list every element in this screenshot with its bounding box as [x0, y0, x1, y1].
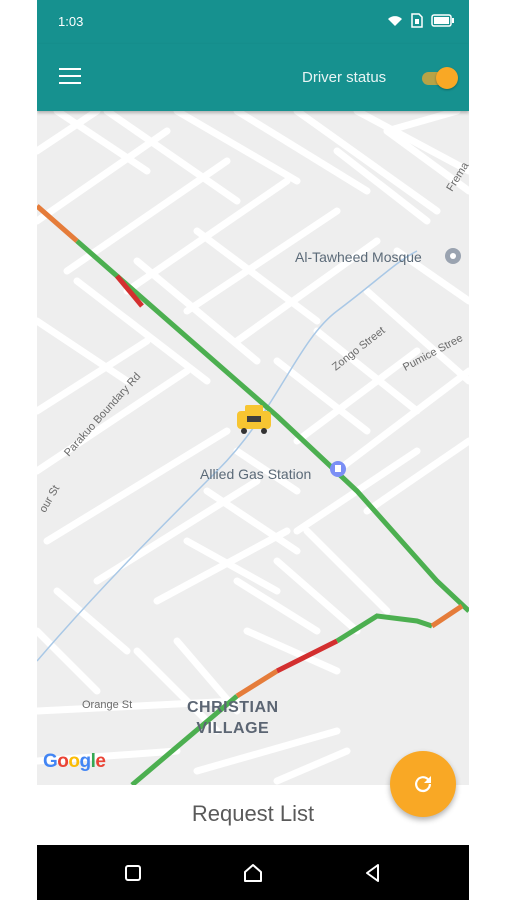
map-view[interactable]: Al-Tawheed Mosque Allied Gas Station Zon…: [37, 111, 469, 785]
status-time: 1:03: [58, 14, 84, 29]
recent-apps-icon[interactable]: [121, 861, 145, 885]
mosque-pin-icon[interactable]: [445, 248, 461, 264]
google-letter-e: e: [95, 751, 106, 772]
refresh-button[interactable]: [390, 751, 456, 817]
gas-station-pin-icon[interactable]: [330, 461, 346, 477]
google-letter-o2: o: [68, 751, 80, 772]
hamburger-menu-icon[interactable]: [59, 68, 81, 86]
map-label-mosque: Al-Tawheed Mosque: [295, 249, 422, 265]
toggle-thumb: [436, 67, 458, 89]
phone-screen: 1:03 Driver status Al-Tawheed Mosque All…: [37, 0, 469, 900]
google-logo: Google: [43, 751, 106, 773]
google-letter-g: G: [43, 751, 58, 772]
village-line-1: CHRISTIAN: [187, 699, 279, 716]
status-bar: 1:03: [37, 0, 469, 44]
google-letter-o1: o: [57, 751, 69, 772]
system-nav-bar: [37, 845, 469, 900]
wifi-icon: [388, 15, 402, 26]
home-icon[interactable]: [241, 861, 265, 885]
village-line-2: VILLAGE: [196, 720, 270, 737]
map-label-gas-station: Allied Gas Station: [200, 466, 312, 482]
sim-icon: [411, 13, 423, 28]
refresh-icon: [415, 776, 432, 793]
map-label-orange: Orange St: [82, 699, 133, 711]
map-streets: [37, 111, 469, 785]
back-icon[interactable]: [361, 861, 385, 885]
google-letter-g2: g: [79, 751, 92, 772]
status-icons: [387, 13, 455, 28]
app-bar: Driver status: [37, 44, 469, 111]
driver-status-toggle[interactable]: [420, 67, 460, 89]
driver-status-label: Driver status: [302, 69, 387, 86]
battery-icon: [431, 14, 454, 27]
map-label-christian-village: CHRISTIAN VILLAGE: [187, 697, 279, 739]
